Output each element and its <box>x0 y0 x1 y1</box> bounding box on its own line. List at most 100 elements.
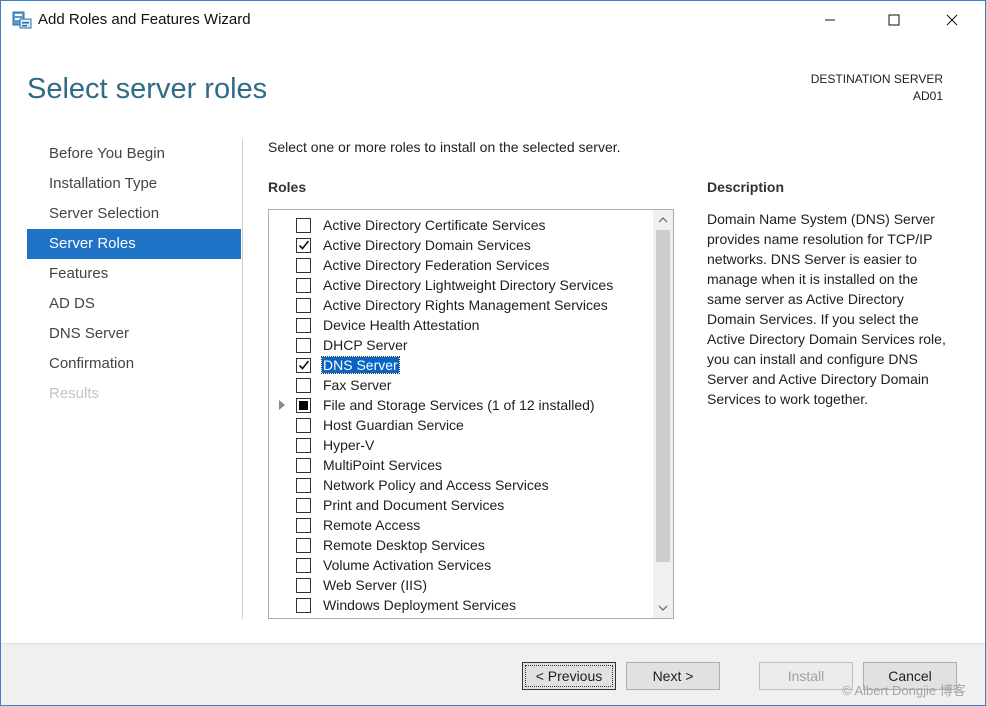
role-row[interactable]: Active Directory Federation Services <box>269 256 653 276</box>
role-row[interactable]: Windows Deployment Services <box>269 596 653 616</box>
role-row[interactable]: Active Directory Lightweight Directory S… <box>269 276 653 296</box>
destination-server-label: DESTINATION SERVER <box>810 72 943 86</box>
role-label: Active Directory Rights Management Servi… <box>323 297 608 313</box>
role-row[interactable]: MultiPoint Services <box>269 456 653 476</box>
role-label: Host Guardian Service <box>323 417 464 433</box>
role-label: Web Server (IIS) <box>323 577 427 593</box>
role-row[interactable]: Hyper-V <box>269 436 653 456</box>
role-checkbox[interactable] <box>296 458 311 473</box>
roles-list[interactable]: Active Directory Certificate Services Act… <box>268 209 674 619</box>
role-checkbox[interactable] <box>296 218 311 233</box>
role-checkbox[interactable] <box>296 438 311 453</box>
instruction-text: Select one or more roles to install on t… <box>268 139 621 155</box>
nav-item-dns-server[interactable]: DNS Server <box>27 319 241 349</box>
nav-item-server-selection[interactable]: Server Selection <box>27 199 241 229</box>
role-row[interactable]: Volume Activation Services <box>269 556 653 576</box>
role-label: Active Directory Certificate Services <box>323 217 546 233</box>
watermark-text: © Albert Dongjie 博客 <box>842 683 966 698</box>
role-checkbox[interactable] <box>296 238 311 253</box>
role-label: Device Health Attestation <box>323 317 480 333</box>
role-row[interactable]: Active Directory Domain Services <box>269 236 653 256</box>
role-row[interactable]: DHCP Server <box>269 336 653 356</box>
role-label: Active Directory Federation Services <box>323 257 550 273</box>
role-row[interactable]: Network Policy and Access Services <box>269 476 653 496</box>
nav-item-features[interactable]: Features <box>27 259 241 289</box>
wizard-window: Add Roles and Features Wizard Select ser… <box>0 0 986 706</box>
role-checkbox[interactable] <box>296 338 311 353</box>
window-title: Add Roles and Features Wizard <box>38 11 251 28</box>
role-checkbox[interactable] <box>296 398 311 413</box>
install-button: Install <box>759 662 853 690</box>
role-row[interactable]: Print and Document Services <box>269 496 653 516</box>
server-manager-app-icon <box>12 11 32 29</box>
role-row[interactable]: Host Guardian Service <box>269 416 653 436</box>
role-checkbox[interactable] <box>296 598 311 613</box>
role-checkbox[interactable] <box>296 358 311 373</box>
role-row[interactable]: Remote Desktop Services <box>269 536 653 556</box>
page-title: Select server roles <box>27 73 268 105</box>
checkmark-icon <box>298 240 310 250</box>
nav-item-ad-ds[interactable]: AD DS <box>27 289 241 319</box>
previous-button[interactable]: < Previous <box>522 662 616 690</box>
wizard-nav: Before You Begin Installation Type Serve… <box>27 139 241 409</box>
next-button[interactable]: Next > <box>626 662 720 690</box>
role-row[interactable]: Active Directory Certificate Services <box>269 216 653 236</box>
chevron-up-icon <box>658 217 668 223</box>
role-checkbox[interactable] <box>296 378 311 393</box>
role-label: Active Directory Domain Services <box>323 237 531 253</box>
role-row[interactable]: Web Server (IIS) <box>269 576 653 596</box>
scroll-up-button[interactable] <box>653 210 673 230</box>
role-checkbox[interactable] <box>296 558 311 573</box>
role-checkbox[interactable] <box>296 578 311 593</box>
role-description: Domain Name System (DNS) Server provides… <box>707 211 946 407</box>
role-checkbox[interactable] <box>296 278 311 293</box>
role-label: Windows Deployment Services <box>323 597 516 613</box>
roles-scrollbar[interactable] <box>653 210 673 618</box>
expand-arrow-icon[interactable] <box>279 400 285 410</box>
minimize-button[interactable] <box>807 1 853 39</box>
maximize-button[interactable] <box>871 1 917 39</box>
nav-divider <box>242 139 243 619</box>
role-label: MultiPoint Services <box>323 457 443 473</box>
previous-button-label: < Previous <box>525 665 613 687</box>
role-label: Remote Desktop Services <box>323 537 485 553</box>
role-row[interactable]: Device Health Attestation <box>269 316 653 336</box>
role-label: Hyper-V <box>323 437 375 453</box>
role-checkbox[interactable] <box>296 418 311 433</box>
role-checkbox[interactable] <box>296 498 311 513</box>
maximize-icon <box>888 14 900 26</box>
wizard-content: Select server roles DESTINATION SERVER A… <box>1 39 985 643</box>
role-label: Print and Document Services <box>323 497 505 513</box>
role-row[interactable]: DNS Server <box>269 356 653 376</box>
role-row[interactable]: File and Storage Services (1 of 12 insta… <box>269 396 653 416</box>
close-icon <box>946 14 958 26</box>
role-checkbox[interactable] <box>296 258 311 273</box>
role-label: Remote Access <box>323 517 421 533</box>
role-checkbox[interactable] <box>296 538 311 553</box>
role-row[interactable]: Active Directory Rights Management Servi… <box>269 296 653 316</box>
destination-server-name: AD01 <box>912 89 943 103</box>
role-label: Active Directory Lightweight Directory S… <box>323 277 614 293</box>
role-label: DNS Server <box>321 356 400 374</box>
role-checkbox[interactable] <box>296 478 311 493</box>
title-bar[interactable]: Add Roles and Features Wizard <box>1 1 985 39</box>
role-label: DHCP Server <box>323 337 408 353</box>
chevron-down-icon <box>658 605 668 611</box>
role-label: File and Storage Services (1 of 12 insta… <box>323 397 595 413</box>
role-row[interactable]: Fax Server <box>269 376 653 396</box>
nav-item-confirmation[interactable]: Confirmation <box>27 349 241 379</box>
minimize-icon <box>825 19 835 21</box>
wizard-footer: < Previous Next > Install Cancel <box>1 643 985 705</box>
scroll-down-button[interactable] <box>653 598 673 618</box>
role-row[interactable]: Remote Access <box>269 516 653 536</box>
nav-item-server-roles[interactable]: Server Roles <box>27 229 241 259</box>
role-checkbox[interactable] <box>296 298 311 313</box>
nav-item-before-you-begin[interactable]: Before You Begin <box>27 139 241 169</box>
scroll-thumb[interactable] <box>656 230 670 562</box>
role-label: Network Policy and Access Services <box>323 477 549 493</box>
role-checkbox[interactable] <box>296 318 311 333</box>
role-checkbox[interactable] <box>296 518 311 533</box>
nav-item-installation-type[interactable]: Installation Type <box>27 169 241 199</box>
description-heading: Description <box>707 179 785 195</box>
close-button[interactable] <box>929 1 975 39</box>
